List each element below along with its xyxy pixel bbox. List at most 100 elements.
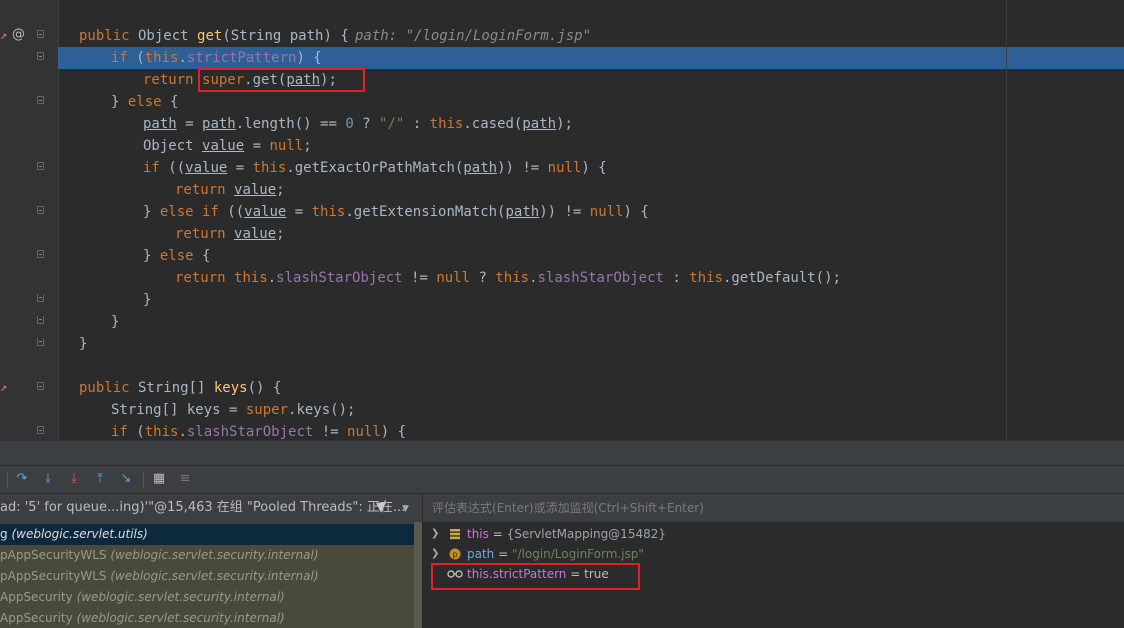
frame-package: (weblogic.servlet.utils): [11, 527, 148, 541]
variable-equals: =: [494, 547, 512, 561]
toolbar-separator: [7, 472, 8, 488]
debugger-toolbar: ↷ ⤓ ⤓ ⤒ ↘ ▦ ≡: [0, 466, 1124, 494]
variable-row[interactable]: ❯ p path = "/login/LoginForm.jsp": [423, 544, 1124, 564]
frame-package: (weblogic.servlet.security.internal): [110, 569, 319, 583]
code-text: if (this.slashStarObject != null) {: [111, 424, 407, 440]
run-to-cursor-icon[interactable]: ↘: [118, 471, 134, 487]
frame-package: (weblogic.servlet.security.internal): [76, 590, 285, 604]
fold-icon[interactable]: [37, 426, 44, 434]
code-line[interactable]: }: [58, 333, 1124, 355]
frame-package: (weblogic.servlet.security.internal): [110, 548, 319, 562]
code-line[interactable]: } else {: [58, 245, 1124, 267]
implements-marker-icon[interactable]: ↗: [0, 380, 8, 394]
code-line[interactable]: }: [58, 289, 1124, 311]
variable-name: this: [467, 527, 489, 541]
code-line[interactable]: if (this.slashStarObject != null) {: [58, 421, 1124, 440]
highlight-box: [198, 68, 365, 92]
frames-scrollbar[interactable]: [414, 522, 422, 628]
code-line[interactable]: return value;: [58, 179, 1124, 201]
code-text: if (this.strictPattern) {: [111, 50, 322, 66]
stack-frame[interactable]: pAppSecurityWLS (weblogic.servlet.securi…: [0, 566, 415, 587]
annotation-marker-icon[interactable]: @: [12, 27, 25, 43]
code-text: }: [143, 292, 152, 308]
frame-method: g: [0, 527, 8, 541]
code-line-current[interactable]: if (this.strictPattern) {: [58, 47, 1124, 69]
fold-icon[interactable]: [37, 162, 44, 170]
stack-frame[interactable]: AppSecurity (weblogic.servlet.security.i…: [0, 608, 415, 628]
code-text: return this.slashStarObject != null ? th…: [175, 270, 841, 286]
code-text: Object value = null;: [143, 138, 312, 154]
code-line[interactable]: Object value = null;: [58, 135, 1124, 157]
expand-arrow-icon[interactable]: ❯: [431, 524, 439, 544]
variable-value: "/login/LoginForm.jsp": [511, 547, 644, 561]
filter-icon[interactable]: ▼: [376, 494, 386, 522]
implements-marker-icon[interactable]: ↗: [0, 28, 8, 42]
stack-frame[interactable]: g (weblogic.servlet.utils): [0, 524, 415, 545]
code-text: }: [111, 314, 120, 330]
code-text: return value;: [175, 226, 285, 242]
frame-method: pAppSecurityWLS: [0, 548, 107, 562]
fold-end-icon[interactable]: [37, 294, 44, 302]
toolbar-separator: [143, 472, 144, 488]
fold-end-icon[interactable]: [37, 338, 44, 346]
step-into-icon[interactable]: ⤓: [40, 471, 56, 487]
code-line[interactable]: path = path.length() == 0 ? "/" : this.c…: [58, 113, 1124, 135]
panel-divider[interactable]: [0, 440, 1124, 466]
force-step-into-icon[interactable]: ⤓: [66, 471, 82, 487]
right-margin-guide: [1006, 0, 1007, 440]
code-text: } else {: [143, 248, 211, 264]
code-text: public String[] keys() {: [79, 380, 282, 396]
expand-arrow-icon[interactable]: ❯: [431, 544, 439, 564]
svg-text:p: p: [452, 550, 457, 559]
frame-method: pAppSecurityWLS: [0, 569, 107, 583]
thread-label: ad: '5' for queue...ing)'"@15,463 在组 "Po…: [0, 500, 406, 515]
highlight-box: [431, 563, 640, 590]
frame-method: AppSecurity: [0, 611, 73, 625]
code-line[interactable]: public Object get(String path) { path: "…: [58, 25, 1124, 47]
code-line[interactable]: } else if ((value = this.getExtensionMat…: [58, 201, 1124, 223]
editor-gutter: ↗ @ ↗: [0, 0, 59, 440]
code-line[interactable]: if ((value = this.getExactOrPathMatch(pa…: [58, 157, 1124, 179]
code-line[interactable]: } else {: [58, 91, 1124, 113]
watch-input[interactable]: 评估表达式(Enter)或添加监视(Ctrl+Shift+Enter): [423, 494, 1124, 522]
code-text: }: [79, 336, 88, 352]
trace-stream-icon[interactable]: ≡: [177, 471, 193, 487]
fold-end-icon[interactable]: [37, 316, 44, 324]
code-line[interactable]: String[] keys = super.keys();: [58, 399, 1124, 421]
frame-package: (weblogic.servlet.security.internal): [76, 611, 285, 625]
code-text: public Object get(String path) {: [79, 28, 349, 44]
fold-icon[interactable]: [37, 206, 44, 214]
code-line[interactable]: return this.slashStarObject != null ? th…: [58, 267, 1124, 289]
fold-icon[interactable]: [37, 250, 44, 258]
stack-frame[interactable]: pAppSecurityWLS (weblogic.servlet.securi…: [0, 545, 415, 566]
code-text: } else if ((value = this.getExtensionMat…: [143, 204, 649, 220]
variable-equals: =: [488, 527, 507, 541]
parameter-icon: p: [449, 548, 461, 560]
fold-icon[interactable]: [37, 30, 44, 38]
code-text: } else {: [111, 94, 179, 110]
code-text: String[] keys = super.keys();: [111, 402, 356, 418]
code-editor[interactable]: ↗ @ ↗ public Object get(String path) { p…: [0, 0, 1124, 440]
variable-value: {ServletMapping@15482}: [506, 527, 666, 541]
variable-name: path: [467, 547, 495, 561]
stack-frame[interactable]: AppSecurity (weblogic.servlet.security.i…: [0, 587, 415, 608]
field-icon: [450, 529, 460, 540]
variables-panel: 评估表达式(Enter)或添加监视(Ctrl+Shift+Enter) ❯ th…: [423, 494, 1124, 628]
code-text: return value;: [175, 182, 285, 198]
thread-selector[interactable]: ad: '5' for queue...ing)'"@15,463 在组 "Po…: [0, 494, 422, 522]
inline-debug-hint: path: "/login/LoginForm.jsp": [355, 28, 592, 44]
show-execution-point-icon[interactable]: ↷: [14, 471, 30, 487]
chevron-down-icon[interactable]: ▼: [402, 495, 409, 522]
code-line[interactable]: }: [58, 311, 1124, 333]
code-text: path = path.length() == 0 ? "/" : this.c…: [143, 116, 573, 132]
variable-row[interactable]: ❯ this = {ServletMapping@15482}: [423, 524, 1124, 544]
code-line[interactable]: [58, 355, 1124, 377]
frames-panel: ad: '5' for queue...ing)'"@15,463 在组 "Po…: [0, 494, 423, 628]
code-line[interactable]: public String[] keys() {: [58, 377, 1124, 399]
fold-icon[interactable]: [37, 96, 44, 104]
step-out-icon[interactable]: ⤒: [92, 471, 108, 487]
code-line[interactable]: return value;: [58, 223, 1124, 245]
fold-icon[interactable]: [37, 382, 44, 390]
fold-icon[interactable]: [37, 52, 44, 60]
evaluate-expression-icon[interactable]: ▦: [151, 471, 167, 487]
